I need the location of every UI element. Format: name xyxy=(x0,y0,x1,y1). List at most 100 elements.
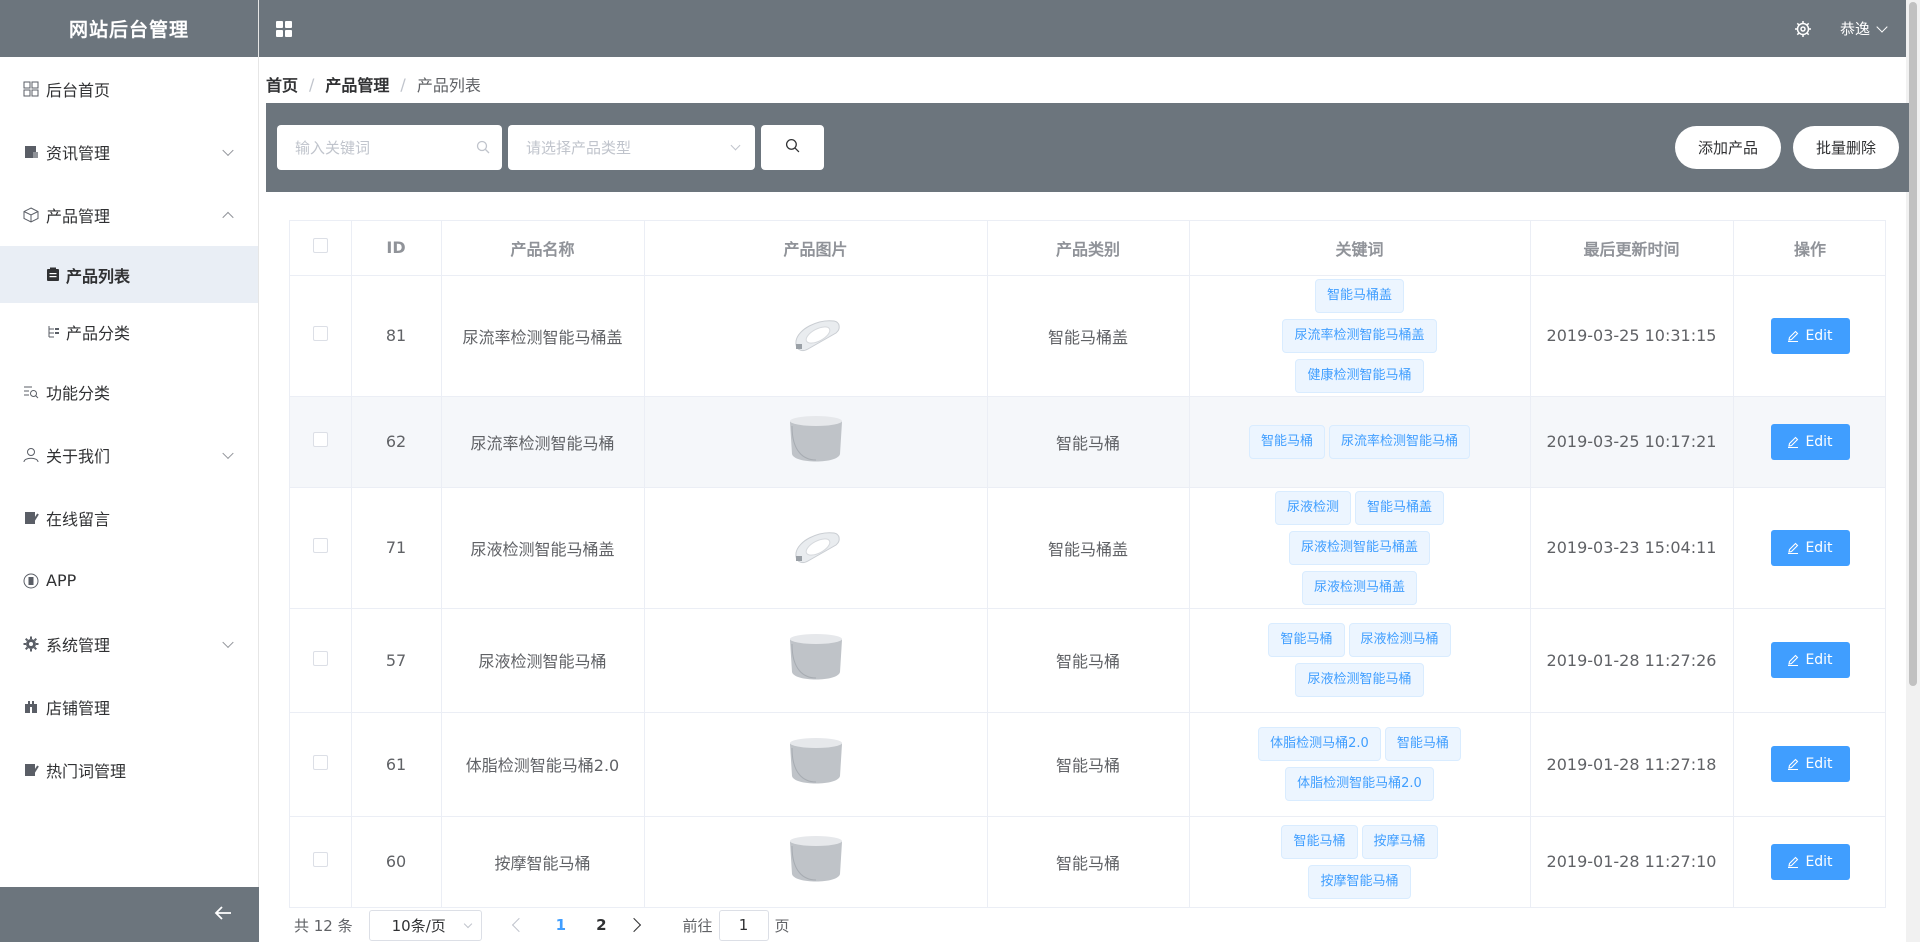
edit-button[interactable]: Edit xyxy=(1770,317,1850,354)
select-all-checkbox[interactable] xyxy=(312,238,328,254)
cell-product-image xyxy=(644,396,988,488)
toolbar-actions: 添加产品 批量删除 xyxy=(1663,126,1899,169)
sidebar: 网站后台管理 后台首页 资讯管理 产品管理 产品列表 产品分类 功能分类 关于我… xyxy=(0,0,259,942)
sidebar-item-products[interactable]: 产品管理 xyxy=(0,183,258,246)
gear-icon xyxy=(22,635,40,653)
goto-page-input[interactable]: 1 xyxy=(718,909,769,941)
page-number[interactable]: 2 xyxy=(596,916,606,934)
column-header-image: 产品图片 xyxy=(644,221,988,276)
cell-id: 71 xyxy=(351,487,442,609)
breadcrumb-product-list: 产品列表 xyxy=(416,76,481,95)
edit-button[interactable]: Edit xyxy=(1770,843,1850,880)
product-thumbnail xyxy=(788,311,844,361)
cell-product-name: 尿液检测智能马桶盖 xyxy=(441,487,645,609)
batch-delete-button[interactable]: 批量删除 xyxy=(1792,126,1899,169)
prev-page-icon[interactable] xyxy=(511,917,526,933)
row-checkbox[interactable] xyxy=(312,538,328,553)
sidebar-item-app[interactable]: APP xyxy=(0,549,258,612)
search-icon xyxy=(785,138,800,157)
sidebar-item-dashboard[interactable]: 后台首页 xyxy=(0,57,258,120)
news-icon xyxy=(22,143,40,161)
column-header-name: 产品名称 xyxy=(441,221,645,276)
product-type-select[interactable]: 请选择产品类型 xyxy=(508,125,755,170)
settings-gear-icon[interactable] xyxy=(1794,20,1812,38)
chevron-down-icon xyxy=(222,144,234,156)
cell-category: 智能马桶盖 xyxy=(987,487,1190,609)
shop-icon xyxy=(22,698,40,716)
cell-id: 61 xyxy=(351,712,442,817)
hotword-icon xyxy=(22,761,40,779)
sidebar-subitem-product-list[interactable]: 产品列表 xyxy=(0,246,258,303)
menu-toggle-grid-icon[interactable] xyxy=(276,20,292,37)
row-checkbox[interactable] xyxy=(312,754,328,770)
sidebar-collapse-button[interactable] xyxy=(0,887,259,942)
clipboard-icon xyxy=(45,267,61,283)
cell-id: 62 xyxy=(351,396,442,488)
sidebar-menu: 后台首页 资讯管理 产品管理 产品列表 产品分类 功能分类 关于我们 在线留言 … xyxy=(0,57,258,801)
cell-updated-time: 2019-03-25 10:31:15 xyxy=(1530,275,1734,397)
sidebar-item-label: 在线留言 xyxy=(46,509,111,529)
sidebar-item-hotwords[interactable]: 热门词管理 xyxy=(0,738,258,801)
cell-product-name: 按摩智能马桶 xyxy=(441,816,645,907)
sidebar-item-messages[interactable]: 在线留言 xyxy=(0,486,258,549)
row-select-cell xyxy=(290,396,352,488)
sidebar-item-system[interactable]: 系统管理 xyxy=(0,612,258,675)
product-table: ID 产品名称 产品图片 产品类别 关键词 最后更新时间 操作 81 尿流率检测智… xyxy=(289,220,1886,908)
sidebar-item-shop[interactable]: 店铺管理 xyxy=(0,675,258,738)
row-checkbox[interactable] xyxy=(312,852,328,867)
page-number[interactable]: 1 xyxy=(556,916,566,934)
box-icon xyxy=(22,206,40,224)
edit-button[interactable]: Edit xyxy=(1770,746,1850,782)
keyword-tag: 尿流率检测智能马桶盖 xyxy=(1282,318,1437,353)
sidebar-item-label: APP xyxy=(46,571,77,590)
keyword-search-input[interactable] xyxy=(295,138,465,157)
cell-updated-time xyxy=(1530,907,1733,908)
breadcrumb-home[interactable]: 首页 xyxy=(266,72,298,96)
sidebar-subitem-label: 产品分类 xyxy=(66,323,131,343)
scrollbar-thumb[interactable] xyxy=(1909,2,1917,686)
keyword-tag: 尿液检测智能马桶 xyxy=(1295,663,1424,697)
edit-button[interactable]: Edit xyxy=(1770,529,1850,566)
sidebar-subitem-product-category[interactable]: 产品分类 xyxy=(0,303,258,360)
search-button[interactable] xyxy=(761,125,824,170)
add-product-button[interactable]: 添加产品 xyxy=(1674,126,1781,169)
edit-button[interactable]: Edit xyxy=(1770,423,1850,460)
keyword-search-field[interactable] xyxy=(277,125,502,170)
cell-actions xyxy=(1733,907,1886,908)
user-menu-name[interactable]: 恭逸 xyxy=(1840,18,1870,39)
cell-category: 智能马桶 xyxy=(987,396,1190,488)
breadcrumb-separator: / xyxy=(400,74,406,94)
sidebar-item-function-category[interactable]: 功能分类 xyxy=(0,360,258,423)
table-row: 57 尿液检测智能马桶 智能马桶 智能马桶 尿液检测马桶尿液检测智能马桶 2019-01-… xyxy=(290,608,1885,713)
chevron-down-icon[interactable] xyxy=(1876,20,1888,33)
edit-button[interactable]: Edit xyxy=(1770,642,1850,678)
row-checkbox[interactable] xyxy=(312,650,328,666)
keyword-tag: 按摩马桶 xyxy=(1361,824,1438,859)
goto-label: 前往 xyxy=(682,916,713,935)
row-checkbox[interactable] xyxy=(312,326,328,341)
breadcrumb-product-management[interactable]: 产品管理 xyxy=(325,72,389,96)
keyword-tag: 尿流率检测智能马桶 xyxy=(1329,424,1471,459)
cell-updated-time: 2019-01-28 11:27:26 xyxy=(1530,608,1734,713)
cell-product-image xyxy=(644,712,988,817)
edit-pen-icon xyxy=(1787,436,1799,448)
cell-actions: Edit xyxy=(1733,396,1885,488)
keyword-tag: 健康检测智能马桶 xyxy=(1295,358,1424,393)
chevron-down-icon xyxy=(222,636,234,648)
page-size-select[interactable]: 10条/页 xyxy=(368,909,482,941)
product-thumbnail xyxy=(784,908,848,909)
sidebar-item-about[interactable]: 关于我们 xyxy=(0,423,258,486)
next-page-icon[interactable] xyxy=(626,917,641,933)
cell-updated-time: 2019-01-28 11:27:10 xyxy=(1530,816,1734,907)
header-right: 恭逸 xyxy=(1794,18,1888,39)
cell-id: 60 xyxy=(351,816,442,907)
cell-actions: Edit xyxy=(1733,712,1885,817)
sidebar-subitem-label: 产品列表 xyxy=(66,266,131,286)
sidebar-item-label: 热门词管理 xyxy=(46,761,127,781)
edit-pen-icon xyxy=(1787,856,1799,868)
product-thumbnail xyxy=(784,412,848,472)
cell-actions: Edit xyxy=(1733,816,1885,907)
sidebar-item-news[interactable]: 资讯管理 xyxy=(0,120,258,183)
row-checkbox[interactable] xyxy=(312,432,328,447)
filter-toolbar: 请选择产品类型 添加产品 批量删除 xyxy=(266,103,1909,192)
